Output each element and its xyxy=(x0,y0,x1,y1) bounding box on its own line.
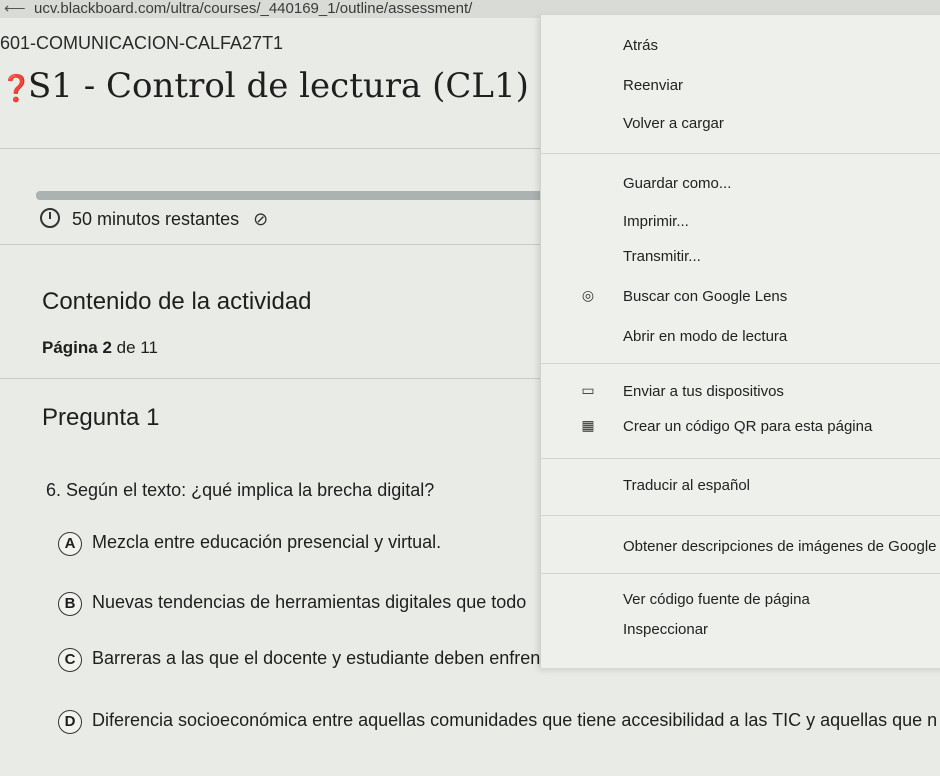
menu-item-reader-mode[interactable]: Abrir en modo de lectura xyxy=(623,328,787,345)
course-name: 601-COMUNICACION-CALFA27T1 xyxy=(0,33,284,53)
option-letter: D xyxy=(58,710,82,734)
menu-item-inspect[interactable]: Inspeccionar xyxy=(623,621,708,638)
answer-option-b[interactable]: B Nuevas tendencias de herramientas digit… xyxy=(58,592,526,616)
menu-separator xyxy=(541,515,940,516)
menu-item-image-descriptions[interactable]: Obtener descripciones de imágenes de Goo… xyxy=(623,538,937,555)
qr-icon: ▦ xyxy=(581,417,595,433)
menu-item-cast[interactable]: Transmitir... xyxy=(623,248,701,265)
progress-bar xyxy=(36,191,556,200)
assessment-icon: ❓ xyxy=(0,74,33,104)
question-title: Pregunta 1 xyxy=(42,404,160,431)
divider xyxy=(0,148,560,149)
page-indicator-total: de 11 xyxy=(111,338,158,357)
option-text: Barreras a las que el docente y estudian… xyxy=(92,648,586,668)
menu-separator xyxy=(541,458,940,459)
answer-option-d[interactable]: D Diferencia socioeconómica entre aquella… xyxy=(58,710,937,734)
back-arrow-icon[interactable]: ⟵ xyxy=(0,0,34,18)
page-indicator: Página 2 de 11 xyxy=(42,338,158,358)
clock-icon xyxy=(40,208,60,228)
assessment-title: S1 - Control de lectura (CL1) xyxy=(28,66,529,106)
menu-separator xyxy=(541,363,940,364)
menu-separator xyxy=(541,573,940,574)
menu-item-back[interactable]: Atrás xyxy=(623,37,658,54)
option-letter: C xyxy=(58,648,82,672)
divider xyxy=(0,244,560,245)
page-title: ❓S1 - Control de lectura (CL1) xyxy=(0,66,529,106)
option-text: Nuevas tendencias de herramientas digita… xyxy=(92,592,527,612)
hide-timer-icon[interactable]: ⊘ xyxy=(253,209,268,229)
page-indicator-current: Página 2 xyxy=(42,338,112,357)
timer: 50 minutos restantes ⊘ xyxy=(40,208,268,230)
option-text: Mezcla entre educación presencial y virt… xyxy=(92,532,442,552)
timer-text: 50 minutos restantes xyxy=(72,209,240,229)
menu-item-send-devices[interactable]: Enviar a tus dispositivos xyxy=(623,383,784,400)
context-menu: Atrás Reenviar Volver a cargar Guardar c… xyxy=(540,15,940,668)
progress-fill xyxy=(36,191,546,200)
devices-icon: ▭ xyxy=(581,382,595,398)
menu-item-google-lens[interactable]: Buscar con Google Lens xyxy=(623,288,787,305)
menu-item-print[interactable]: Imprimir... xyxy=(623,213,689,230)
menu-item-save-as[interactable]: Guardar como... xyxy=(623,175,731,192)
section-title: Contenido de la actividad xyxy=(42,288,312,315)
question-text: 6. Según el texto: ¿qué implica la brech… xyxy=(46,480,435,500)
option-text: Diferencia socioeconómica entre aquellas… xyxy=(92,710,938,730)
answer-option-a[interactable]: A Mezcla entre educación presencial y vir… xyxy=(58,532,441,556)
lens-icon: ◎ xyxy=(581,287,595,303)
menu-item-qr-code[interactable]: Crear un código QR para esta página xyxy=(623,418,872,435)
menu-item-translate[interactable]: Traducir al español xyxy=(623,477,750,494)
menu-separator xyxy=(541,153,940,154)
option-letter: A xyxy=(58,532,82,556)
menu-item-reload[interactable]: Volver a cargar xyxy=(623,115,724,132)
option-letter: B xyxy=(58,592,82,616)
menu-item-forward[interactable]: Reenviar xyxy=(623,77,683,94)
divider xyxy=(0,378,560,379)
menu-item-view-source[interactable]: Ver código fuente de página xyxy=(623,591,810,608)
answer-option-c[interactable]: C Barreras a las que el docente y estudia… xyxy=(58,648,585,672)
url-text: ucv.blackboard.com/ultra/courses/_440169… xyxy=(34,0,473,17)
